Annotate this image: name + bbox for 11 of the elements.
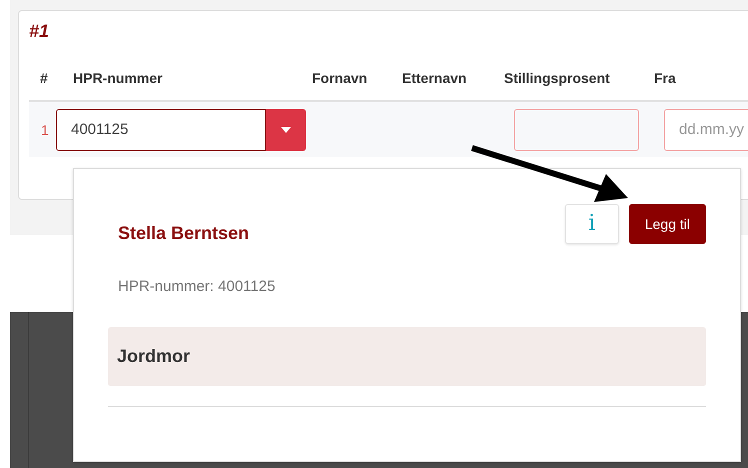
section-title: #1: [29, 21, 50, 42]
add-button[interactable]: Legg til: [628, 204, 706, 244]
hpr-number-text: HPR-nummer: 4001125: [118, 278, 276, 295]
role-list-item[interactable]: Jordmor: [108, 327, 706, 387]
dropdown-button[interactable]: [266, 108, 306, 150]
percent-input-field[interactable]: [514, 108, 639, 150]
person-name: Stella Berntsen: [118, 223, 250, 244]
caret-icon: [281, 126, 291, 132]
hpr-input-field[interactable]: 4001125: [56, 108, 266, 150]
row-number: 1: [41, 122, 49, 138]
date-input-field[interactable]: dd.mm.yy: [664, 108, 748, 150]
